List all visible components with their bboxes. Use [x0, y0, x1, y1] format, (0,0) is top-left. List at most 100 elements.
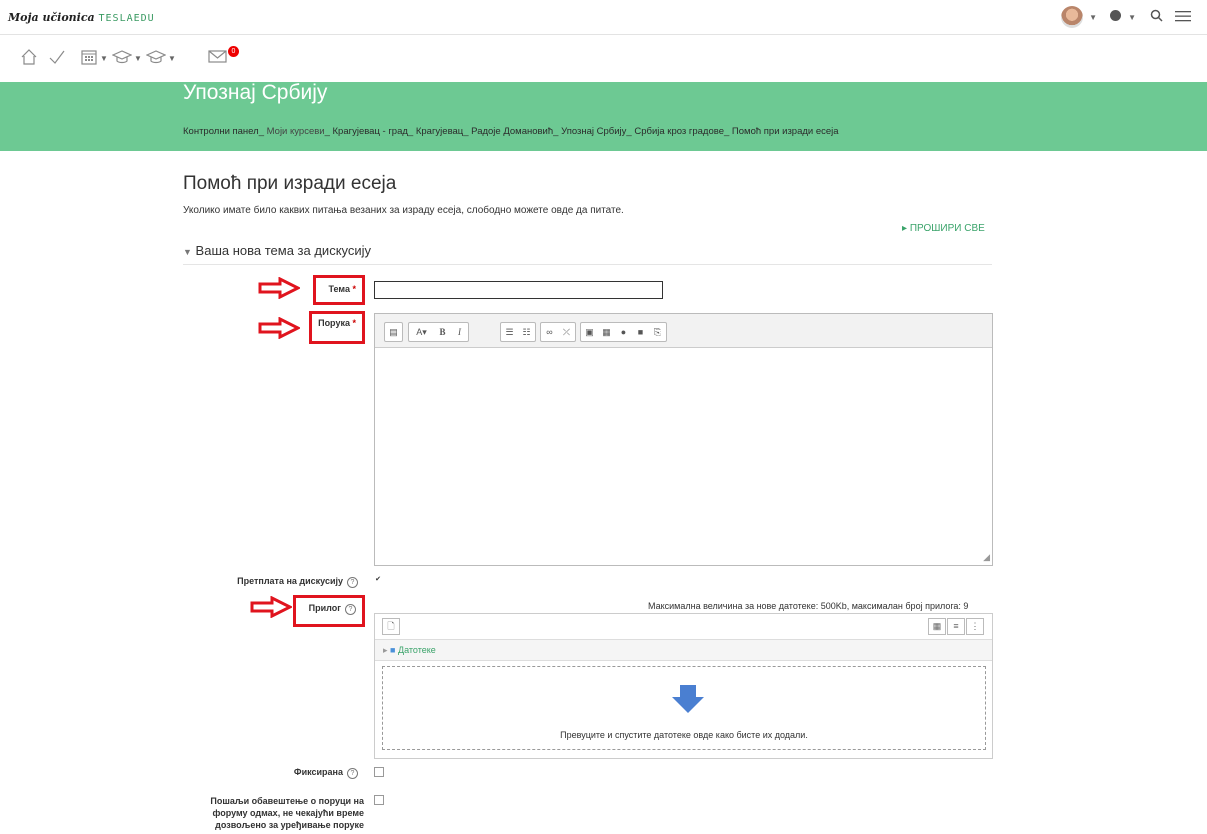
unlink-icon[interactable]: ⤫	[558, 323, 575, 341]
folder-icon: ■	[390, 645, 396, 655]
notify-checkbox[interactable]	[374, 795, 384, 805]
check-icon[interactable]	[48, 48, 66, 71]
toolbar-group: ☰ ☷	[500, 322, 536, 342]
image-icon[interactable]: ▣	[581, 323, 598, 341]
message-label-text: Порука	[318, 318, 350, 328]
section-title: Ваша нова тема за дискусију	[195, 243, 372, 258]
brand-logo-text: TESLAEDU	[98, 13, 155, 24]
link-icon[interactable]: ∞	[541, 323, 558, 341]
required-mark: *	[352, 318, 356, 328]
add-file-icon[interactable]: 🗋	[382, 618, 400, 635]
video-icon[interactable]: ■	[632, 323, 649, 341]
attachment-label: Прилог?	[298, 603, 356, 615]
breadcrumb-separator: _	[626, 126, 632, 137]
file-manager: 🗋 ▦ ≡ ⋮ ▸ ■ Датотеке Превуците и спустит…	[374, 613, 993, 759]
breadcrumb: Контролни панел_ Моји курсеви_ Крагујева…	[183, 126, 839, 137]
subscribe-checkbox[interactable]: ✔	[374, 576, 382, 584]
pinned-label-text: Фиксирана	[293, 767, 343, 777]
top-bar: Moja učionica TESLAEDU ▼ ▼	[0, 0, 1207, 35]
help-icon[interactable]: ?	[347, 577, 358, 588]
numbered-list-icon[interactable]: ☷	[518, 323, 535, 341]
annotation-arrow-icon	[258, 317, 300, 339]
microphone-icon[interactable]: ●	[615, 323, 632, 341]
home-icon[interactable]	[20, 48, 38, 71]
icon-view-icon[interactable]: ▦	[928, 618, 946, 635]
tree-view-icon[interactable]: ⋮	[966, 618, 984, 635]
course-title: Упознај Србију	[183, 81, 328, 104]
attachment-limits: Максимална величина за нове датотеке: 50…	[648, 601, 969, 611]
subject-label-text: Тема	[328, 284, 350, 294]
toolbar-toggle-icon[interactable]: ▤	[385, 323, 402, 341]
subscribe-label: Претплата на дискусију?	[200, 576, 358, 588]
collapse-triangle-icon: ▼	[183, 247, 192, 257]
breadcrumb-item[interactable]: Радоје Домановић	[471, 126, 553, 137]
expand-all-link[interactable]: ▸ ПРОШИРИ СВЕ	[902, 223, 985, 234]
graduation-cap-star-icon[interactable]	[145, 48, 167, 71]
graduation-cap-icon[interactable]	[111, 48, 133, 71]
user-menu-area: ▼ ▼	[1061, 6, 1191, 28]
annotation-arrow-icon	[258, 277, 300, 299]
chevron-down-icon[interactable]: ▼	[168, 54, 176, 63]
chevron-down-icon[interactable]: ▼	[134, 54, 142, 63]
subscribe-label-text: Претплата на дискусију	[237, 576, 343, 586]
course-header: Упознај Србију Контролни панел_ Моји кур…	[0, 81, 1207, 151]
toolbar-group: ▤	[384, 322, 403, 342]
breadcrumb-separator: _	[258, 126, 264, 137]
folder-name: Датотеке	[398, 645, 436, 655]
breadcrumb-separator: _	[553, 126, 559, 137]
menu-icon[interactable]	[1175, 9, 1191, 26]
italic-icon[interactable]: I	[451, 323, 468, 341]
annotation-arrow-icon	[250, 596, 292, 618]
help-icon[interactable]: ?	[347, 768, 358, 779]
breadcrumb-item[interactable]: Моји курсеви	[267, 126, 325, 137]
forum-description: Уколико имате било каквих питања везаних…	[183, 205, 624, 216]
list-view-icon[interactable]: ≡	[947, 618, 965, 635]
messages-badge: 0	[228, 46, 239, 57]
chevron-down-icon[interactable]: ▼	[1089, 13, 1097, 22]
manage-files-icon[interactable]: ⎘	[649, 323, 666, 341]
media-icon[interactable]: ▦	[598, 323, 615, 341]
brand-script: Moja učionica	[8, 11, 95, 24]
toolbar-group: A▾ B I	[408, 322, 469, 342]
breadcrumb-item[interactable]: Србија кроз градове	[634, 126, 724, 137]
text-style-icon[interactable]: A▾	[409, 323, 434, 341]
resize-handle-icon[interactable]: ◢	[983, 552, 990, 563]
file-dropzone[interactable]: Превуците и спустите датотеке овде како …	[382, 666, 986, 750]
message-editor[interactable]: ▤ A▾ B I ☰ ☷ ∞ ⤫ ▣ ▦ ● ■ ⎘ ◢	[374, 313, 993, 566]
editor-toolbar: ▤ A▾ B I ☰ ☷ ∞ ⤫ ▣ ▦ ● ■ ⎘	[375, 314, 992, 348]
bullet-list-icon[interactable]: ☰	[501, 323, 518, 341]
breadcrumb-separator: _	[324, 126, 330, 137]
subject-label: Тема *	[318, 284, 356, 294]
folder-path[interactable]: ▸ ■ Датотеке	[375, 640, 992, 661]
breadcrumb-item[interactable]: Помоћ при изради есеја	[732, 126, 839, 137]
breadcrumb-item[interactable]: Упознај Србију	[561, 126, 626, 137]
toolbar-group: ∞ ⤫	[540, 322, 576, 342]
site-logo[interactable]: Moja učionica TESLAEDU	[8, 11, 155, 24]
pinned-checkbox[interactable]	[374, 767, 384, 777]
chevron-down-icon[interactable]: ▼	[1128, 13, 1136, 22]
breadcrumb-item[interactable]: Контролни панел	[183, 126, 259, 137]
globe-icon[interactable]	[1109, 9, 1122, 26]
help-icon[interactable]: ?	[345, 604, 356, 615]
bold-icon[interactable]: B	[434, 323, 451, 341]
page-title: Помоћ при изради есеја	[183, 173, 397, 194]
section-header[interactable]: ▼ Ваша нова тема за дискусију	[183, 243, 992, 265]
messages-icon[interactable]	[208, 48, 228, 69]
search-icon[interactable]	[1150, 9, 1163, 26]
drop-arrow-icon	[672, 685, 704, 713]
dropzone-text: Превуците и спустите датотеке овде како …	[560, 730, 808, 740]
breadcrumb-separator: _	[407, 126, 414, 137]
attachment-label-text: Прилог	[308, 603, 341, 613]
breadcrumb-item[interactable]: Крагујевац - град	[333, 126, 408, 137]
subject-input[interactable]	[374, 281, 663, 299]
calendar-icon[interactable]	[80, 48, 98, 71]
breadcrumb-item[interactable]: Крагујевац	[416, 126, 463, 137]
nav-bar: ▼ ▼ ▼ 0	[0, 34, 1207, 82]
message-label: Порука *	[314, 318, 356, 328]
expand-triangle-icon: ▸	[383, 645, 388, 655]
user-avatar[interactable]	[1061, 6, 1084, 28]
toolbar-group: ▣ ▦ ● ■ ⎘	[580, 322, 667, 342]
required-mark: *	[352, 284, 356, 294]
breadcrumb-separator: _	[723, 126, 730, 137]
chevron-down-icon[interactable]: ▼	[100, 54, 108, 63]
